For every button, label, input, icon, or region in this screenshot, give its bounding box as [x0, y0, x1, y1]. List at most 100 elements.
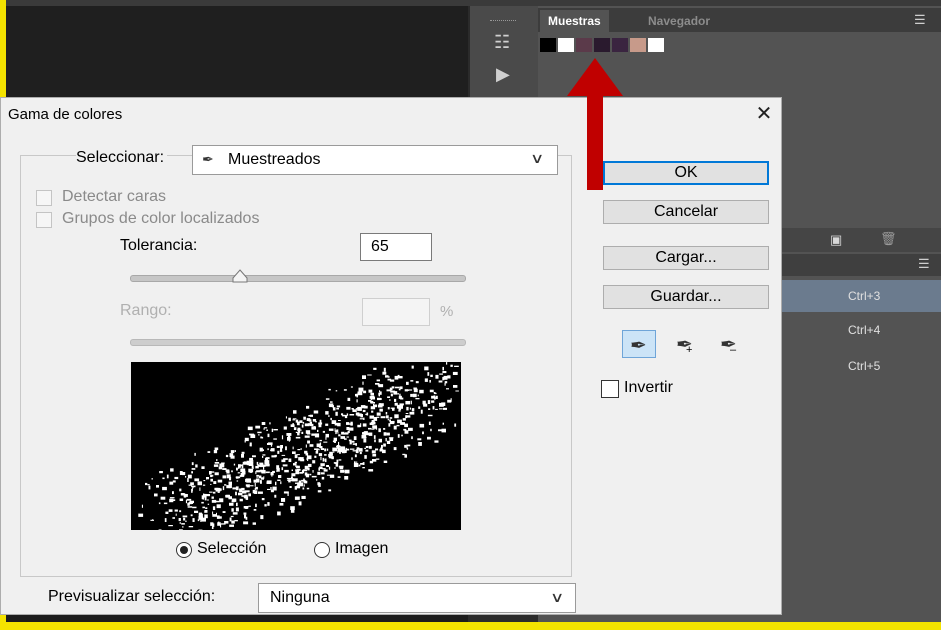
play-icon[interactable]: ▶	[496, 64, 510, 85]
save-button[interactable]: Guardar...	[603, 285, 769, 309]
chevron-down-icon[interactable]: ∨	[530, 150, 544, 167]
color-swatch[interactable]	[630, 38, 648, 52]
mask-speck	[382, 371, 387, 375]
mask-speck	[326, 448, 329, 451]
slider-thumb[interactable]	[232, 269, 248, 283]
mask-speck	[377, 397, 381, 401]
mask-speck	[213, 450, 218, 454]
mask-speck	[427, 400, 431, 404]
mask-speck	[387, 407, 390, 410]
eyedropper-icon[interactable]: ✒	[622, 330, 656, 358]
mask-speck	[175, 513, 177, 516]
mask-speck	[389, 379, 395, 382]
mask-speck	[243, 512, 247, 515]
tolerance-slider[interactable]	[130, 275, 466, 282]
mask-speck	[341, 431, 345, 435]
mask-speck	[340, 446, 346, 451]
radio-selection[interactable]	[176, 542, 192, 558]
mask-speck	[212, 491, 216, 494]
mask-speck	[224, 484, 227, 486]
radio-image-label: Imagen	[335, 540, 389, 557]
mask-speck	[380, 416, 386, 419]
panel-menu-icon[interactable]: ☰	[918, 256, 930, 272]
mask-speck	[346, 413, 349, 416]
channel-row[interactable]: Ctrl+4	[768, 314, 941, 346]
mask-speck	[336, 405, 341, 408]
mask-speck	[241, 453, 244, 458]
invert-checkbox[interactable]	[601, 380, 619, 398]
tolerance-input[interactable]: 65	[360, 233, 432, 261]
radio-image[interactable]	[314, 542, 330, 558]
mask-speck	[383, 428, 386, 430]
mask-speck	[383, 367, 386, 372]
mask-speck	[375, 383, 380, 385]
mask-speck	[280, 481, 282, 485]
mask-speck	[246, 480, 252, 483]
mask-speck	[255, 465, 259, 469]
history-icon[interactable]: ☷	[494, 32, 510, 53]
chevron-down-icon[interactable]: ∨	[550, 589, 564, 606]
mask-speck	[351, 457, 353, 460]
color-swatch[interactable]	[612, 38, 630, 52]
mask-speck	[187, 506, 193, 508]
mask-speck	[394, 375, 399, 380]
tab-muestras[interactable]: Muestras	[540, 10, 609, 32]
mask-speck	[403, 428, 407, 431]
color-swatch[interactable]	[576, 38, 594, 52]
mask-speck	[391, 386, 395, 389]
mask-speck	[172, 491, 174, 495]
channel-row[interactable]: Ctrl+3	[768, 280, 941, 312]
mask-speck	[228, 496, 232, 500]
mask-speck	[267, 502, 270, 506]
mask-speck	[434, 440, 439, 443]
mask-speck	[343, 389, 347, 391]
mask-speck	[210, 483, 212, 485]
mask-speck	[246, 460, 250, 465]
eyedropper-add-icon[interactable]: ✒ +	[676, 332, 693, 357]
shortcut-label: Ctrl+3	[848, 289, 881, 303]
mask-speck	[239, 475, 245, 477]
mask-speck	[297, 432, 300, 436]
eyedropper-subtract-icon[interactable]: ✒ –	[720, 332, 737, 357]
mask-speck	[254, 483, 256, 487]
localized-groups-checkbox[interactable]	[36, 212, 52, 228]
mask-speck	[319, 419, 322, 423]
panel-menu-icon[interactable]: ☰	[914, 12, 926, 28]
trash-icon[interactable]: 🗑	[880, 231, 897, 247]
mask-speck	[255, 486, 258, 490]
shortcut-label: Ctrl+5	[848, 359, 881, 373]
mask-speck	[351, 440, 355, 443]
ok-button[interactable]: OK	[603, 161, 769, 185]
mask-speck	[245, 506, 248, 509]
channel-row[interactable]: Ctrl+5	[768, 350, 941, 382]
mask-speck	[347, 397, 351, 401]
close-icon[interactable]: ✕	[752, 101, 776, 127]
mask-speck	[281, 454, 286, 456]
color-swatch[interactable]	[648, 38, 666, 52]
new-item-icon[interactable]: ▣	[830, 232, 842, 248]
mask-speck	[235, 507, 239, 512]
mask-speck	[168, 525, 173, 527]
mask-speck	[286, 433, 292, 436]
mask-speck	[398, 395, 402, 399]
mask-speck	[298, 480, 302, 484]
mask-speck	[291, 478, 294, 482]
mask-speck	[217, 491, 220, 493]
cancel-button[interactable]: Cancelar	[603, 200, 769, 224]
detect-faces-checkbox[interactable]	[36, 190, 52, 206]
mask-speck	[368, 389, 373, 393]
mask-speck	[338, 420, 341, 421]
mask-speck	[252, 522, 256, 525]
mask-speck	[427, 436, 431, 440]
load-button[interactable]: Cargar...	[603, 246, 769, 270]
mask-speck	[393, 447, 397, 451]
mask-speck	[241, 451, 245, 454]
mask-speck	[289, 486, 292, 488]
mask-speck	[337, 450, 339, 453]
color-swatch[interactable]	[594, 38, 612, 52]
mask-speck	[354, 454, 357, 458]
color-swatch[interactable]	[558, 38, 576, 52]
color-swatch[interactable]	[540, 38, 558, 52]
tab-navegador[interactable]: Navegador	[640, 10, 718, 32]
mask-speck	[386, 432, 390, 436]
